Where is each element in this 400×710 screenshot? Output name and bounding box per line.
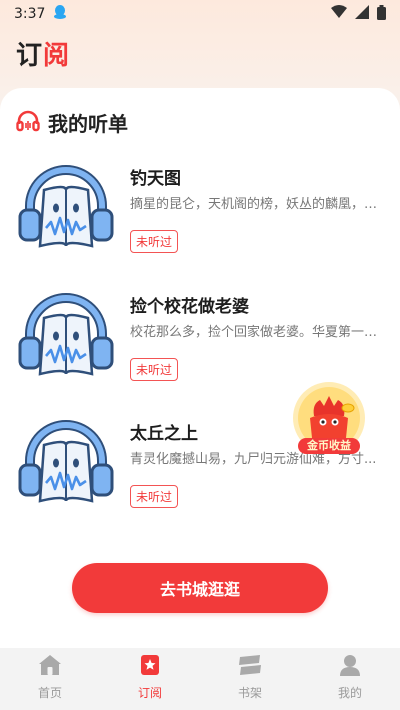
nav-label: 订阅 [137,686,162,700]
page-title-part2: 阅 [43,40,71,71]
status-time: 3:37 [14,6,46,22]
nav-item-bookshelf[interactable]: 书架 [200,648,300,710]
audiobook-cover-icon [16,288,116,388]
unlistened-badge: 未听过 [130,485,179,508]
battery-icon [377,4,386,24]
unlistened-badge: 未听过 [130,230,179,253]
page-title: 订阅 [16,35,70,72]
qq-notification-icon [53,4,67,24]
item-title: 太丘之上 [130,424,198,444]
signal-icon [355,5,369,23]
nav-item-home[interactable]: 首页 [0,648,100,710]
page-header: 订阅 [16,35,70,72]
coin-reward-label: 金币收益 [307,439,351,452]
page-title-part1: 订 [16,40,44,71]
nav-label: 我的 [337,686,362,700]
audiobook-cover-icon [16,160,116,260]
unlistened-badge: 未听过 [130,358,179,381]
wifi-icon [331,5,347,23]
nav-label: 首页 [37,686,62,700]
status-bar: 3:37 [0,0,400,28]
item-title: 捡个校花做老婆 [130,297,249,317]
item-description: 摘星的昆仑，天机阁的榜，妖丛的麟凰，日... [130,197,388,212]
list-item[interactable]: 钓天图 摘星的昆仑，天机阁的榜，妖丛的麟凰，日... 未听过 [16,160,388,270]
section-title: 我的听单 [48,112,128,136]
profile-icon [339,654,361,680]
bookshelf-icon [237,654,263,680]
coin-reward-float-button[interactable]: 金币收益 [290,378,368,458]
item-description: 校花那么多，捡个回家做老婆。华夏第一战... [130,325,388,340]
nav-item-subscribe[interactable]: 订阅 [100,648,200,710]
nav-label: 书架 [237,686,262,700]
go-to-bookstore-button[interactable]: 去书城逛逛 [72,563,328,613]
audiobook-cover-icon [16,415,116,515]
nav-item-profile[interactable]: 我的 [300,648,400,710]
subscribe-icon [139,654,161,680]
home-icon [38,654,62,680]
section-header: 我的听单 [16,108,128,137]
item-title: 钓天图 [130,169,181,189]
headphones-icon [16,110,40,136]
bottom-nav: 首页 订阅 书架 我的 [0,648,400,710]
